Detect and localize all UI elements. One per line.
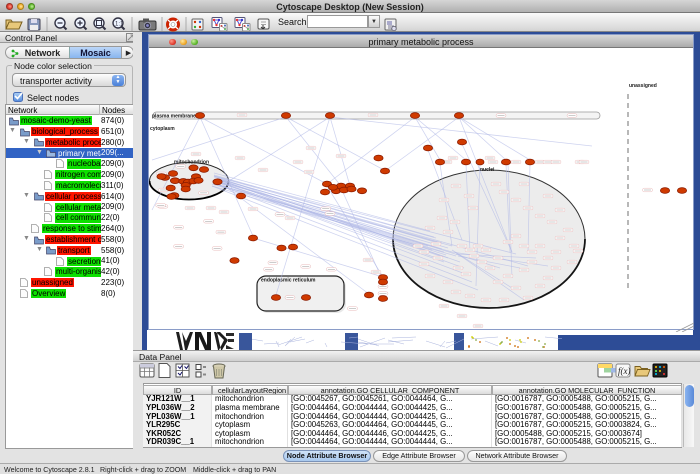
svg-text:f(x): f(x) (618, 366, 631, 376)
svg-text:unassigned: unassigned (629, 83, 657, 89)
svg-text:nuclei: nuclei (480, 167, 495, 173)
svg-text:cytoplasm: cytoplasm (150, 126, 175, 132)
svg-text:plasma membrane: plasma membrane (152, 114, 196, 120)
svg-text:endoplasmic reticulum: endoplasmic reticulum (261, 278, 316, 284)
